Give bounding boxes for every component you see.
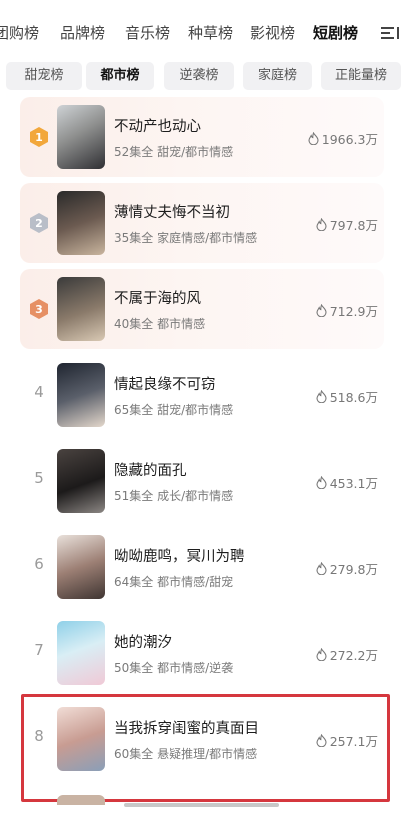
heat-value: 453.1万 [316,473,378,492]
genre-tags: 甜宠/都市情感 [157,145,234,159]
drama-cover-image[interactable] [57,191,105,255]
list-item[interactable]: 6 呦呦鹿鸣，冥川为聘 64集全 都市情感/甜宠 279.8万 [20,527,384,607]
heat-number: 279.8万 [329,562,378,577]
drama-meta: 35集全 家庭情感/都市情感 [114,229,257,246]
heat-number: 712.9万 [329,304,378,319]
subtab-family[interactable]: 家庭榜 [243,62,312,90]
home-indicator[interactable] [124,803,279,807]
tab-short-drama[interactable]: 短剧榜 [313,22,358,43]
heat-number: 1966.3万 [321,132,378,147]
drama-title[interactable]: 她的潮汐 [114,631,172,652]
episode-count: 52集全 [114,145,154,159]
rank-number: 5 [34,469,44,487]
heat-value: 712.9万 [316,301,378,320]
drama-title[interactable]: 不动产也动心 [114,115,201,136]
tab-recommend[interactable]: 种草榜 [188,22,233,43]
heat-value: 797.8万 [316,215,378,234]
heat-number: 797.8万 [329,218,378,233]
subtab-positive[interactable]: 正能量榜 [321,62,401,90]
subtab-urban[interactable]: 都市榜 [86,62,154,90]
svg-text:2: 2 [35,217,43,230]
flame-icon [316,218,327,231]
list-item[interactable]: 2 薄情丈夫悔不当初 35集全 家庭情感/都市情感 797.8万 [20,183,384,263]
svg-text:3: 3 [35,303,43,316]
drama-title[interactable]: 薄情丈夫悔不当初 [114,201,230,222]
genre-tags: 都市情感 [157,317,206,331]
heat-number: 272.2万 [329,648,378,663]
drama-meta: 51集全 成长/都市情感 [114,487,233,504]
heat-value: 272.2万 [316,645,378,664]
genre-tags: 家庭情感/都市情感 [157,231,258,245]
flame-icon [316,648,327,661]
episode-count: 50集全 [114,661,154,675]
heat-value: 279.8万 [316,559,378,578]
heat-value: 518.6万 [316,387,378,406]
svg-text:1: 1 [35,131,43,144]
flame-icon [316,390,327,403]
episode-count: 35集全 [114,231,154,245]
drama-title[interactable]: 隐藏的面孔 [114,459,187,480]
heat-value: 1966.3万 [308,129,378,148]
drama-cover-image[interactable] [57,795,105,805]
episode-count: 40集全 [114,317,154,331]
genre-tags: 甜宠/都市情感 [157,403,234,417]
heat-number: 518.6万 [329,390,378,405]
flame-icon [316,304,327,317]
drama-cover-image[interactable] [57,535,105,599]
drama-title[interactable]: 不属于海的风 [114,287,201,308]
rank-number: 4 [34,383,44,401]
drama-cover-image[interactable] [57,621,105,685]
tab-music[interactable]: 音乐榜 [125,22,170,43]
sub-category-tabs: 甜宠榜 都市榜 逆袭榜 家庭榜 正能量榜 [0,62,401,92]
tab-film-tv[interactable]: 影视榜 [250,22,295,43]
highlight-box [21,694,390,802]
drama-meta: 52集全 甜宠/都市情感 [114,143,233,160]
list-item[interactable]: 5 隐藏的面孔 51集全 成长/都市情感 453.1万 [20,441,384,521]
drama-cover-image[interactable] [57,449,105,513]
drama-cover-image[interactable] [57,363,105,427]
drama-meta: 50集全 都市情感/逆袭 [114,659,233,676]
drama-title[interactable]: 呦呦鹿鸣，冥川为聘 [114,545,245,566]
list-item[interactable]: 3 不属于海的风 40集全 都市情感 712.9万 [20,269,384,349]
menu-list-icon[interactable] [379,25,401,41]
rank-bronze-badge: 3 [30,299,48,319]
drama-cover-image[interactable] [57,105,105,169]
drama-meta: 64集全 都市情感/甜宠 [114,573,233,590]
flame-icon [316,562,327,575]
rank-gold-badge: 1 [30,127,48,147]
drama-cover-image[interactable] [57,277,105,341]
drama-title[interactable]: 情起良缘不可窃 [114,373,216,394]
tab-brand[interactable]: 品牌榜 [60,22,105,43]
episode-count: 64集全 [114,575,154,589]
drama-meta: 40集全 都市情感 [114,315,205,332]
rank-number: 7 [34,641,44,659]
flame-icon [308,132,319,145]
list-item[interactable]: 1 不动产也动心 52集全 甜宠/都市情感 1966.3万 [20,97,384,177]
episode-count: 65集全 [114,403,154,417]
drama-meta: 65集全 甜宠/都市情感 [114,401,233,418]
tab-group-buy[interactable]: 团购榜 [0,22,39,43]
top-category-tabs: 团购榜 品牌榜 音乐榜 种草榜 影视榜 短剧榜 [0,0,401,62]
heat-number: 453.1万 [329,476,378,491]
genre-tags: 都市情感/甜宠 [157,575,234,589]
genre-tags: 都市情感/逆袭 [157,661,234,675]
list-item[interactable]: 4 情起良缘不可窃 65集全 甜宠/都市情感 518.6万 [20,355,384,435]
episode-count: 51集全 [114,489,154,503]
list-item[interactable]: 7 她的潮汐 50集全 都市情感/逆袭 272.2万 [20,613,384,693]
subtab-sweet[interactable]: 甜宠榜 [6,62,82,90]
flame-icon [316,476,327,489]
subtab-comeback[interactable]: 逆袭榜 [164,62,234,90]
rank-silver-badge: 2 [30,213,48,233]
rank-number: 6 [34,555,44,573]
genre-tags: 成长/都市情感 [157,489,234,503]
